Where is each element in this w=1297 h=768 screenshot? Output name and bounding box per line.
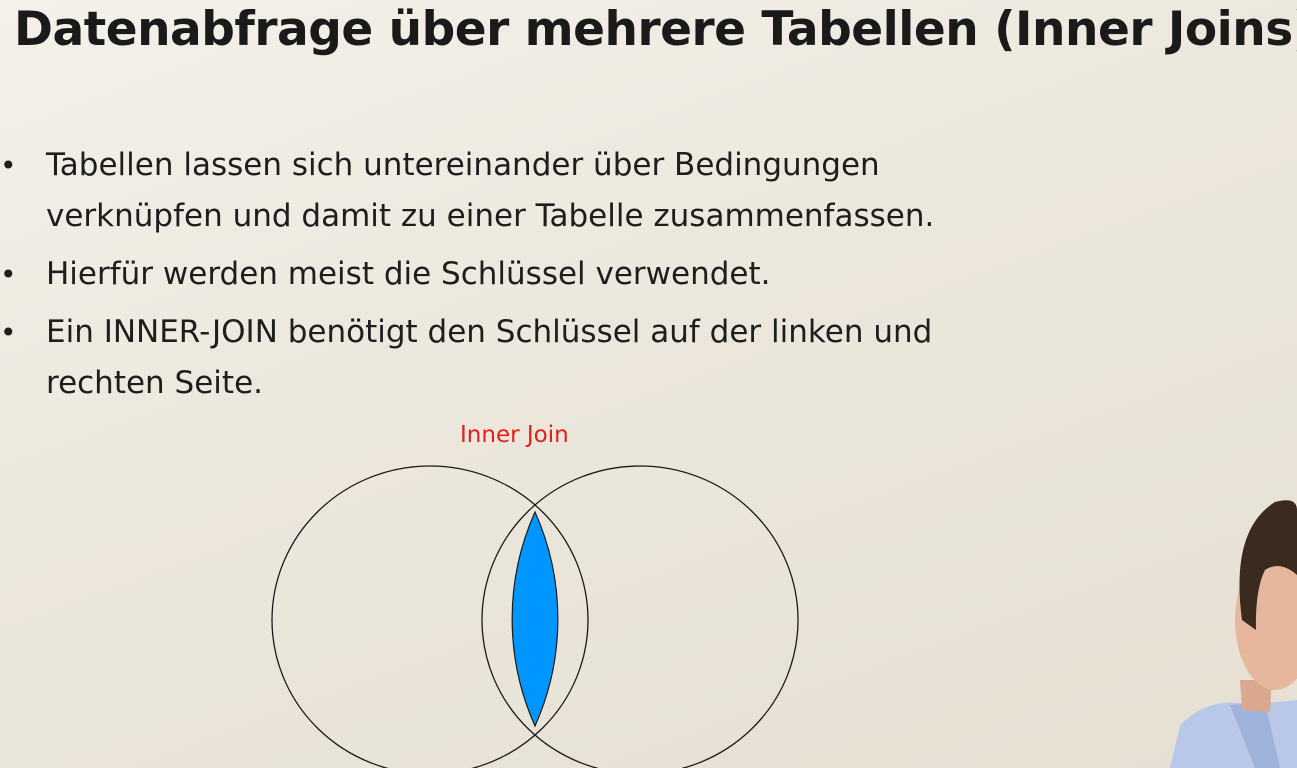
presenter-video (1170, 500, 1297, 768)
venn-diagram (271, 465, 799, 768)
slide: Datenabfrage über mehrere Tabellen (Inne… (0, 0, 1297, 768)
venn-intersection (511, 510, 559, 728)
